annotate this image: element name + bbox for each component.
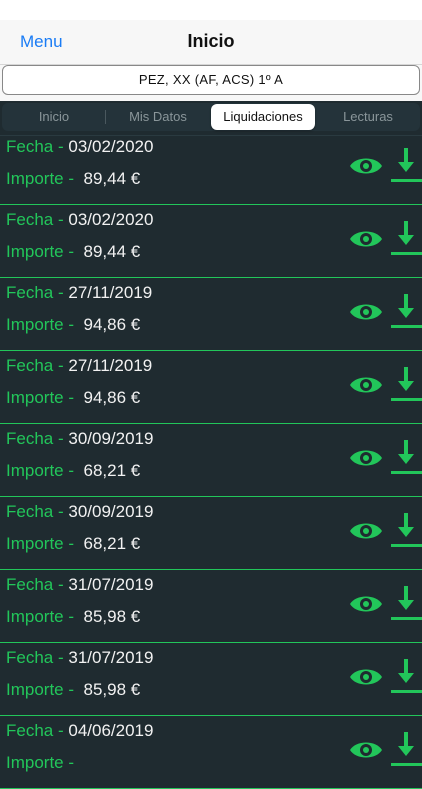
fecha-value: 04/06/2019 [68, 721, 154, 740]
status-bar [0, 0, 422, 20]
importe-label: Importe - [6, 461, 75, 480]
tab-liquidaciones[interactable]: Liquidaciones [211, 104, 315, 130]
eye-icon[interactable] [349, 300, 383, 324]
eye-icon[interactable] [349, 592, 383, 616]
fecha-line: Fecha - 03/02/2020 [6, 137, 153, 157]
fecha-value: 27/11/2019 [68, 356, 153, 375]
eye-icon[interactable] [349, 665, 383, 689]
list-item[interactable]: Fecha - 03/02/2020 Importe - 89,44 € [0, 132, 422, 205]
fecha-label: Fecha - [6, 502, 64, 521]
importe-label: Importe - [6, 315, 75, 334]
importe-label: Importe - [6, 534, 75, 553]
fecha-label: Fecha - [6, 575, 64, 594]
eye-icon[interactable] [349, 227, 383, 251]
importe-line: Importe - 94,86 € [6, 388, 140, 408]
address-label: PEZ, XX (AF, ACS) 1º A [2, 65, 420, 95]
importe-value: 85,98 € [83, 607, 141, 626]
fecha-value: 30/09/2019 [68, 502, 154, 521]
fecha-value: 27/11/2019 [68, 283, 153, 302]
eye-icon[interactable] [349, 519, 383, 543]
liquidaciones-list: Fecha - 03/02/2020 Importe - 89,44 € Fecha… [0, 132, 422, 789]
importe-value: 68,21 € [83, 461, 141, 480]
page-title: Inicio [187, 31, 235, 51]
importe-label: Importe - [6, 242, 75, 261]
fecha-line: Fecha - 04/06/2019 [6, 721, 153, 741]
fecha-line: Fecha - 31/07/2019 [6, 575, 153, 595]
download-icon[interactable] [390, 146, 422, 184]
importe-value: 94,86 € [83, 315, 141, 334]
tab-lecturas[interactable]: Lecturas [316, 103, 420, 131]
fecha-line: Fecha - 31/07/2019 [6, 648, 153, 668]
fecha-line: Fecha - 30/09/2019 [6, 502, 153, 522]
fecha-label: Fecha - [6, 429, 64, 448]
tab-bar: Inicio Mis Datos Liquidaciones Lecturas [0, 101, 422, 136]
importe-value: 85,98 € [83, 680, 141, 699]
fecha-line: Fecha - 30/09/2019 [6, 429, 153, 449]
fecha-value: 31/07/2019 [68, 648, 154, 667]
importe-label: Importe - [6, 169, 75, 188]
importe-line: Importe - [6, 753, 83, 773]
list-item[interactable]: Fecha - 27/11/2019 Importe - 94,86 € [0, 278, 422, 351]
importe-label: Importe - [6, 680, 75, 699]
fecha-value: 03/02/2020 [68, 210, 154, 229]
download-icon[interactable] [390, 511, 422, 549]
fecha-label: Fecha - [6, 137, 64, 156]
eye-icon[interactable] [349, 373, 383, 397]
list-item[interactable]: Fecha - 27/11/2019 Importe - 94,86 € [0, 351, 422, 424]
fecha-line: Fecha - 27/11/2019 [6, 283, 152, 303]
download-icon[interactable] [390, 292, 422, 330]
fecha-value: 31/07/2019 [68, 575, 154, 594]
fecha-line: Fecha - 27/11/2019 [6, 356, 152, 376]
list-item[interactable]: Fecha - 30/09/2019 Importe - 68,21 € [0, 424, 422, 497]
importe-line: Importe - 68,21 € [6, 461, 140, 481]
address-header: PEZ, XX (AF, ACS) 1º A [0, 65, 422, 101]
fecha-label: Fecha - [6, 210, 64, 229]
eye-icon[interactable] [349, 154, 383, 178]
importe-line: Importe - 68,21 € [6, 534, 140, 554]
segmented-control: Inicio Mis Datos Liquidaciones Lecturas [2, 103, 420, 131]
fecha-label: Fecha - [6, 283, 64, 302]
fecha-label: Fecha - [6, 721, 64, 740]
list-item[interactable]: Fecha - 04/06/2019 Importe - [0, 716, 422, 789]
importe-line: Importe - 94,86 € [6, 315, 140, 335]
navigation-bar: Menu Inicio [0, 20, 422, 65]
fecha-label: Fecha - [6, 356, 64, 375]
importe-line: Importe - 89,44 € [6, 169, 140, 189]
tab-mis-datos[interactable]: Mis Datos [106, 103, 210, 131]
importe-label: Importe - [6, 753, 75, 772]
list-item[interactable]: Fecha - 03/02/2020 Importe - 89,44 € [0, 205, 422, 278]
importe-line: Importe - 89,44 € [6, 242, 140, 262]
importe-value: 68,21 € [83, 534, 141, 553]
fecha-value: 30/09/2019 [68, 429, 154, 448]
importe-line: Importe - 85,98 € [6, 607, 140, 627]
fecha-label: Fecha - [6, 648, 64, 667]
importe-value: 94,86 € [83, 388, 141, 407]
download-icon[interactable] [390, 219, 422, 257]
download-icon[interactable] [390, 730, 422, 768]
list-item[interactable]: Fecha - 31/07/2019 Importe - 85,98 € [0, 643, 422, 716]
download-icon[interactable] [390, 365, 422, 403]
importe-value: 89,44 € [83, 169, 141, 188]
download-icon[interactable] [390, 584, 422, 622]
list-item[interactable]: Fecha - 30/09/2019 Importe - 68,21 € [0, 497, 422, 570]
download-icon[interactable] [390, 438, 422, 476]
list-item[interactable]: Fecha - 31/07/2019 Importe - 85,98 € [0, 570, 422, 643]
tab-inicio[interactable]: Inicio [2, 103, 106, 131]
eye-icon[interactable] [349, 738, 383, 762]
importe-label: Importe - [6, 388, 75, 407]
eye-icon[interactable] [349, 446, 383, 470]
importe-line: Importe - 85,98 € [6, 680, 140, 700]
importe-label: Importe - [6, 607, 75, 626]
importe-value: 89,44 € [83, 242, 141, 261]
download-icon[interactable] [390, 657, 422, 695]
fecha-value: 03/02/2020 [68, 137, 154, 156]
fecha-line: Fecha - 03/02/2020 [6, 210, 153, 230]
